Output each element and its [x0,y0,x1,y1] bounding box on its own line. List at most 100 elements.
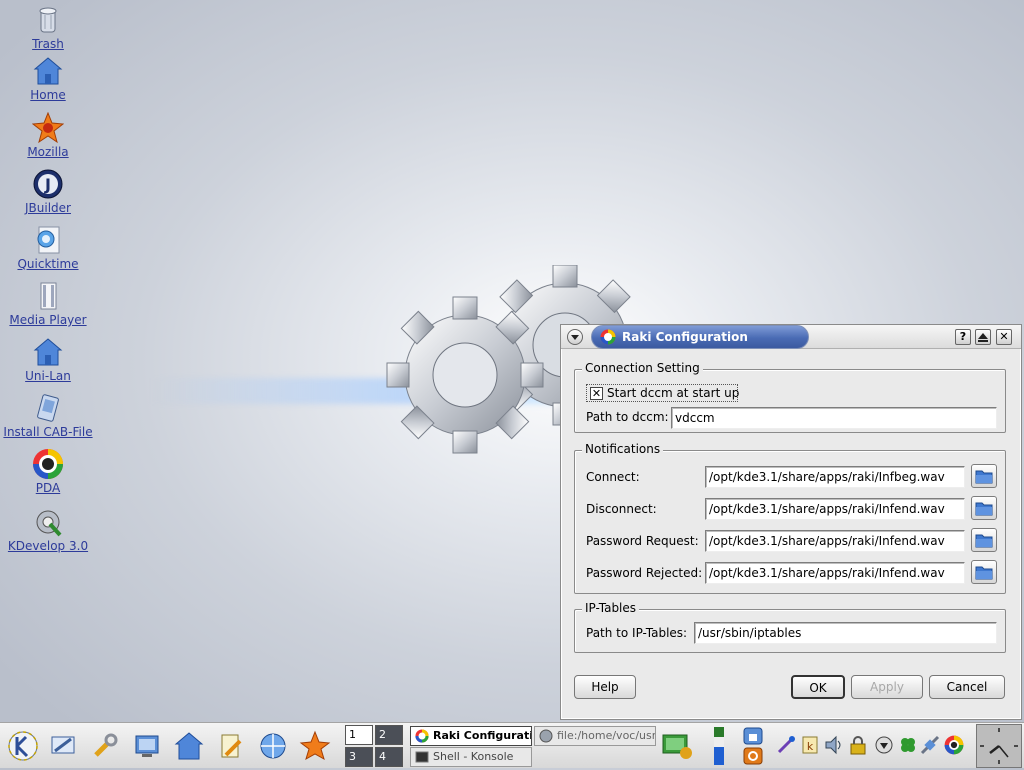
maximize-button[interactable] [975,329,991,345]
mozilla-launcher-icon[interactable] [298,729,332,763]
ip-tables-group: IP-Tables Path to IP-Tables: /usr/sbin/i… [574,601,1006,653]
close-button[interactable]: ✕ [996,329,1012,345]
konqueror-icon[interactable] [256,729,290,763]
connect-browse-button[interactable] [971,464,997,488]
clock-face-icon [980,728,1018,764]
svg-text:J: J [44,175,51,194]
help-title-button[interactable]: ? [955,329,971,345]
maximize-icon [978,333,988,342]
download-icon[interactable] [874,735,894,755]
group-title: IP-Tables [582,601,640,615]
desktop-icon-label: Mozilla [27,145,69,159]
pda-icon [33,449,63,479]
logout-icon[interactable] [742,747,764,765]
path-to-dccm-input[interactable]: vdccm [671,407,997,429]
desktop-icon-install-cab[interactable]: Install CAB-File [0,392,98,439]
knotes-icon[interactable]: k [800,735,820,755]
desktop-icon-label: Quicktime [17,257,79,271]
jbuilder-icon: J [33,169,63,199]
task-label: Raki Configuration [433,729,531,742]
pager-desktop-2[interactable]: 2 [375,725,403,745]
disconnect-browse-button[interactable] [971,496,997,520]
password-rejected-label: Password Rejected: [586,566,703,580]
check-mark-icon: ✕ [591,387,602,400]
desktop-icon-jbuilder[interactable]: J JBuilder [0,168,98,215]
terminal-icon [415,751,429,763]
desktop-icon-media-player[interactable]: Media Player [0,280,98,327]
start-dccm-checkbox[interactable]: ✕ [590,387,603,400]
pager-desktop-1[interactable]: 1 [345,725,373,745]
cancel-button[interactable]: Cancel [929,675,1005,699]
folder-icon [975,502,993,516]
window-title-pill: Raki Configuration [591,325,809,349]
desktop-icon-label: Media Player [9,313,87,327]
desktop-icon-label: Home [30,88,66,102]
pager-desktop-3[interactable]: 3 [345,747,373,767]
desktop-icon-home[interactable]: Home [0,55,98,102]
group-title: Connection Setting [582,361,703,375]
home-folder-icon[interactable] [172,729,206,763]
install-cab-icon [37,394,59,422]
network-monitor-icon[interactable] [660,731,694,761]
kate-editor-icon[interactable] [214,729,248,763]
window-titlebar[interactable]: Raki Configuration ? ✕ [561,325,1021,349]
start-dccm-checkbox-row[interactable]: ✕ Start dccm at start up [586,384,740,402]
path-to-dccm-label: Path to dccm: [586,410,669,424]
task-label: Shell - Konsole [433,750,514,763]
clover-icon[interactable] [898,735,918,755]
folder-icon [975,534,993,548]
trash-icon [39,7,57,33]
raki-configuration-dialog: Raki Configuration ? ✕ Connection Settin… [560,324,1022,720]
desktop-pager: 1 2 3 4 [345,725,405,767]
desktop-icon-uni-lan[interactable]: Uni-Lan [0,336,98,383]
group-title: Notifications [582,442,664,456]
desktop-icon-label: Trash [32,37,64,51]
desktop-icon-kdevelop[interactable]: KDevelop 3.0 [0,506,98,553]
task-raki-configuration[interactable]: Raki Configuration [410,726,532,746]
disconnect-sound-input[interactable]: /opt/kde3.1/share/apps/raki/Infend.wav [705,498,965,520]
help-button[interactable]: Help [574,675,636,699]
window-menu-button[interactable] [567,329,583,345]
quicktime-icon [37,226,60,254]
desktop-icon-label: Uni-Lan [25,369,71,383]
ok-button[interactable]: OK [791,675,845,699]
start-dccm-label: Start dccm at start up [607,386,740,400]
k-menu-icon[interactable] [6,729,40,763]
path-to-iptables-input[interactable]: /usr/sbin/iptables [694,622,997,644]
notifications-group: Notifications Connect: /opt/kde3.1/share… [574,442,1006,594]
password-rejected-browse-button[interactable] [971,560,997,584]
desktop-icon-trash[interactable]: Trash [0,4,98,51]
kcontrol-display-icon[interactable] [130,729,164,763]
task-label: file:/home/voc/usr/sc [557,729,656,742]
pager-desktop-4[interactable]: 4 [375,747,403,767]
raki-tray-icon[interactable] [944,735,964,755]
svg-text:k: k [807,740,814,753]
desktop-icon-quicktime[interactable]: Quicktime [0,224,98,271]
uni-lan-icon [33,338,63,366]
desktop-icon-label: PDA [35,481,61,495]
usb-connection-icon[interactable] [776,735,796,755]
satellite-icon[interactable] [920,735,940,755]
password-rejected-sound-input[interactable]: /opt/kde3.1/share/apps/raki/Infend.wav [705,562,965,584]
connection-setting-group: Connection Setting ✕ Start dccm at start… [574,361,1006,433]
folder-icon [975,470,993,484]
analog-clock[interactable] [976,724,1022,768]
task-file-browser[interactable]: file:/home/voc/usr/sc [534,726,656,746]
password-request-browse-button[interactable] [971,528,997,552]
apply-button[interactable]: Apply [851,675,923,699]
password-request-sound-input[interactable]: /opt/kde3.1/share/apps/raki/Infend.wav [705,530,965,552]
task-shell-konsole[interactable]: Shell - Konsole [410,747,532,767]
load-meter [714,727,724,765]
desktop-icon-mozilla[interactable]: Mozilla [0,112,98,159]
connect-label: Connect: [586,470,640,484]
desktop-icon-pda[interactable]: PDA [0,448,98,495]
raki-app-icon [600,329,616,345]
connect-sound-input[interactable]: /opt/kde3.1/share/apps/raki/Infbeg.wav [705,466,965,488]
lock-screen-icon[interactable] [742,727,764,745]
padlock-icon[interactable] [848,735,868,755]
disconnect-label: Disconnect: [586,502,657,516]
mozilla-icon [32,112,64,144]
volume-icon[interactable] [824,735,844,755]
show-desktop-icon[interactable] [46,729,80,763]
control-center-icon[interactable] [88,729,122,763]
